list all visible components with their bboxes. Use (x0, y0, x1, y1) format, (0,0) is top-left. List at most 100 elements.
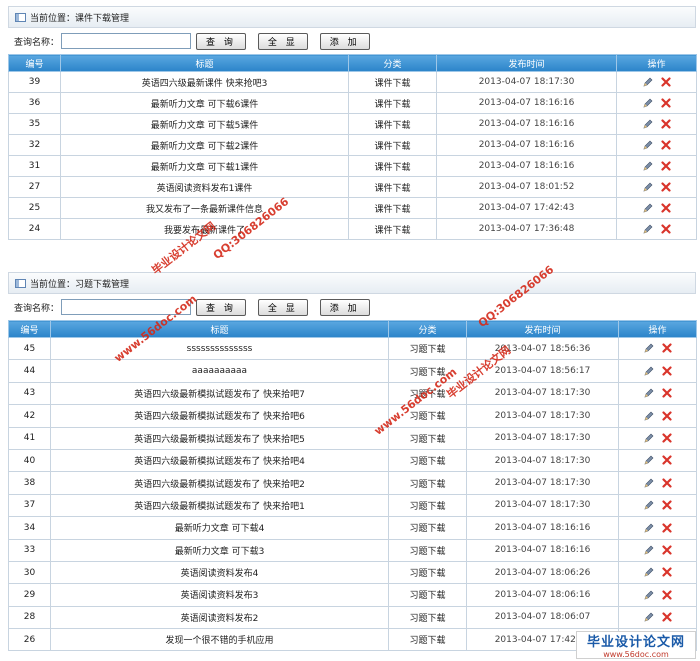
cell-date: 2013-04-07 18:17:30 (466, 448, 619, 473)
x-delete-icon[interactable] (660, 119, 671, 129)
x-delete-icon[interactable] (661, 388, 672, 398)
pencil-icon[interactable] (644, 455, 654, 465)
cell-category: 习题下载 (388, 605, 467, 630)
cell-date: 2013-04-07 18:16:16 (466, 516, 619, 540)
location-text: 当前位置：课件下载管理 (30, 13, 130, 24)
table-row: 38 英语四六级最新模拟试题发布了 快来拾吧2 习题下载 2013-04-07 18:… (8, 471, 697, 495)
x-delete-icon[interactable] (661, 343, 672, 354)
cell-category: 课件下载 (348, 92, 437, 114)
cell-category: 课件下载 (348, 176, 437, 198)
table-row: 41 英语四六级最新模拟试题发布了 快来拾吧5 习题下载 2013-04-07 18:… (8, 426, 697, 450)
x-delete-icon[interactable] (660, 161, 671, 171)
pencil-icon[interactable] (644, 590, 654, 600)
x-delete-icon[interactable] (660, 140, 671, 150)
cell-id: 35 (8, 113, 61, 135)
pencil-icon[interactable] (643, 77, 653, 87)
courseware-panel: 当前位置：课件下载管理 查询名称： 查 询 全 显 添 加 编号 标题 分类 发… (8, 6, 697, 240)
cell-action (618, 560, 697, 585)
cell-id: 41 (8, 426, 51, 450)
x-delete-icon[interactable] (661, 478, 672, 488)
x-delete-icon[interactable] (660, 203, 671, 213)
pencil-icon[interactable] (644, 478, 654, 488)
x-delete-icon[interactable] (661, 522, 672, 533)
search-row: 查询名称： 查 询 全 显 添 加 (8, 294, 696, 320)
x-delete-icon[interactable] (661, 567, 672, 577)
pencil-icon[interactable] (644, 567, 654, 577)
cell-category: 课件下载 (348, 71, 437, 93)
pencil-icon[interactable] (643, 224, 653, 234)
cell-id: 28 (8, 605, 51, 630)
pencil-icon[interactable] (643, 98, 653, 108)
cell-id: 26 (8, 628, 51, 652)
site-logo: 毕业设计论文网 www.56doc.com (576, 631, 696, 659)
cell-id: 30 (8, 560, 51, 585)
x-delete-icon[interactable] (660, 182, 671, 192)
col-action: 操作 (618, 320, 697, 338)
cell-date: 2013-04-07 18:16:16 (436, 113, 617, 135)
pencil-icon[interactable] (644, 545, 654, 555)
add-button[interactable]: 添 加 (319, 298, 370, 316)
window-icon (15, 278, 26, 288)
cell-date: 2013-04-07 18:56:17 (466, 359, 619, 383)
table-row: 37 英语四六级最新模拟试题发布了 快来拾吧1 习题下载 2013-04-07 18:… (8, 493, 697, 518)
cell-category: 课件下载 (348, 197, 437, 219)
cell-category: 习题下载 (388, 404, 467, 428)
cell-date: 2013-04-07 18:16:16 (436, 155, 617, 177)
table-header: 编号 标题 分类 发布时间 操作 (8, 320, 697, 338)
x-delete-icon[interactable] (661, 455, 672, 465)
table-row: 34 最新听力文章 可下载4 习题下载 2013-04-07 18:16:16 (8, 516, 697, 540)
cell-category: 习题下载 (388, 560, 467, 585)
x-delete-icon[interactable] (661, 500, 672, 510)
x-delete-icon[interactable] (661, 366, 672, 376)
x-delete-icon[interactable] (661, 590, 672, 600)
pencil-icon[interactable] (644, 388, 654, 398)
x-delete-icon[interactable] (660, 77, 671, 87)
pencil-icon[interactable] (643, 119, 653, 129)
cell-date: 2013-04-07 18:56:36 (466, 336, 619, 361)
logo-url: www.56doc.com (603, 650, 669, 659)
cell-id: 44 (8, 359, 51, 383)
cell-date: 2013-04-07 18:17:30 (466, 404, 619, 428)
x-delete-icon[interactable] (661, 545, 672, 555)
table-row: 25 我又发布了一条最新课件信息 课件下载 2013-04-07 17:42:43 (8, 197, 697, 219)
add-button[interactable]: 添 加 (319, 32, 370, 50)
show-all-button[interactable]: 全 显 (257, 298, 308, 316)
cell-title: 英语阅读资料发布2 (50, 605, 389, 630)
pencil-icon[interactable] (643, 161, 653, 171)
pencil-icon[interactable] (644, 433, 654, 443)
cell-category: 习题下载 (388, 583, 467, 607)
cell-title: 英语四六级最新模拟试题发布了 快来拾吧2 (50, 471, 389, 495)
pencil-icon[interactable] (644, 500, 654, 510)
location-bar: 当前位置：课件下载管理 (8, 6, 696, 28)
cell-category: 习题下载 (388, 359, 467, 383)
cell-id: 40 (8, 448, 51, 473)
table-row: 24 我要发布最新课件了 课件下载 2013-04-07 17:36:48 (8, 218, 697, 240)
pencil-icon[interactable] (643, 140, 653, 150)
show-all-button[interactable]: 全 显 (257, 32, 308, 50)
search-input[interactable] (61, 33, 192, 49)
x-delete-icon[interactable] (660, 224, 671, 234)
cell-id: 27 (8, 176, 61, 198)
cell-action (618, 448, 697, 473)
table-row: 30 英语阅读资料发布4 习题下载 2013-04-07 18:06:26 (8, 560, 697, 585)
cell-title: 英语四六级最新模拟试题发布了 快来拾吧5 (50, 426, 389, 450)
cell-category: 习题下载 (388, 448, 467, 473)
pencil-icon[interactable] (644, 366, 654, 376)
x-delete-icon[interactable] (661, 411, 672, 421)
x-delete-icon[interactable] (661, 433, 672, 443)
query-button[interactable]: 查 询 (196, 298, 246, 316)
x-delete-icon[interactable] (661, 612, 672, 622)
pencil-icon[interactable] (643, 203, 653, 213)
cell-title: 我要发布最新课件了 (60, 218, 349, 240)
query-button[interactable]: 查 询 (196, 32, 246, 50)
x-delete-icon[interactable] (660, 98, 671, 108)
table-row: 28 英语阅读资料发布2 习题下载 2013-04-07 18:06:07 (8, 605, 697, 630)
cell-action (616, 134, 697, 156)
search-input[interactable] (61, 299, 192, 315)
logo-title: 毕业设计论文网 (586, 635, 685, 650)
pencil-icon[interactable] (644, 612, 654, 622)
pencil-icon[interactable] (643, 182, 653, 192)
pencil-icon[interactable] (644, 523, 654, 533)
pencil-icon[interactable] (644, 411, 654, 421)
pencil-icon[interactable] (644, 343, 654, 353)
